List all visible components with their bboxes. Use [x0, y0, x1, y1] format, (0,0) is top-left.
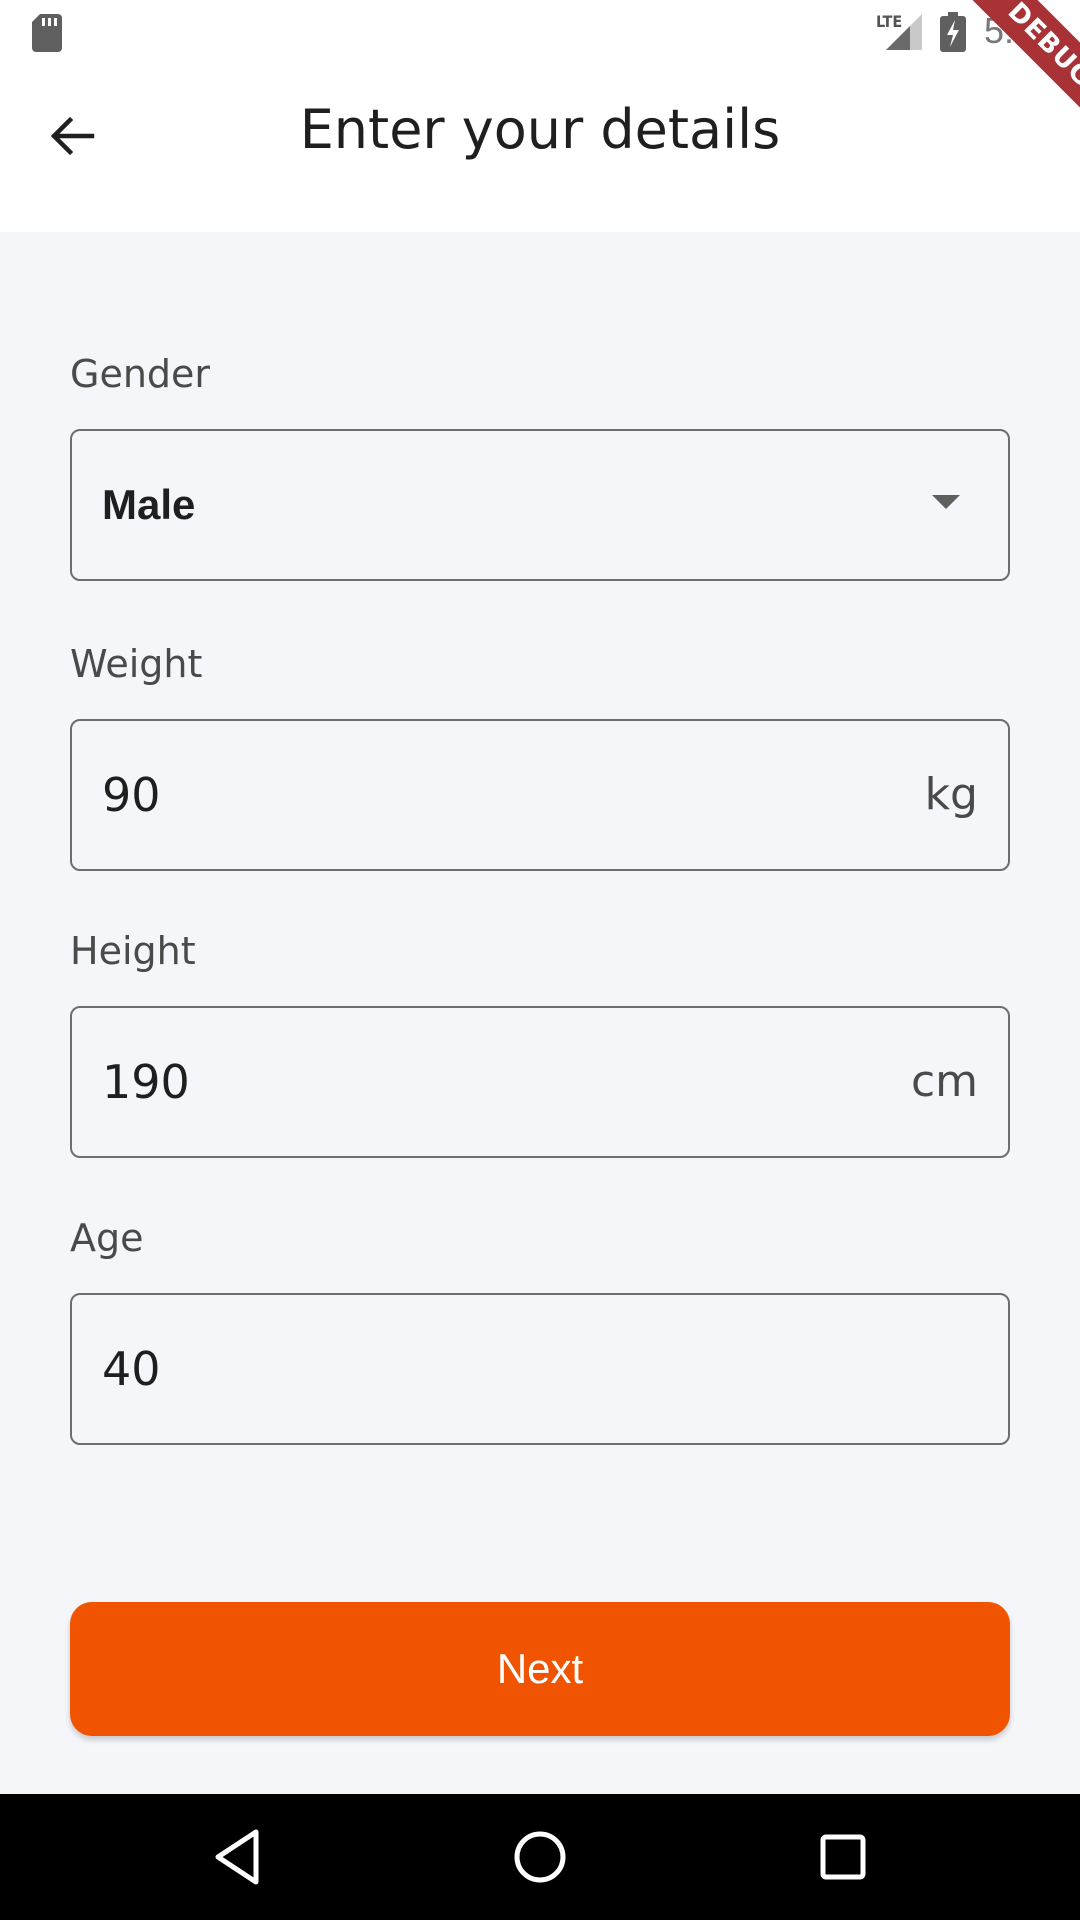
sd-card-icon [32, 14, 62, 52]
nav-recents-icon[interactable] [810, 1824, 876, 1890]
age-label: Age [70, 1216, 144, 1260]
weight-label: Weight [70, 642, 203, 686]
page-title: Enter your details [299, 98, 781, 161]
battery-charging-icon [940, 12, 966, 52]
gender-label: Gender [70, 352, 211, 396]
gender-dropdown[interactable]: Male [70, 429, 1010, 581]
screen: LTE 5:50 Enter your details DEBUG Gender… [0, 0, 1080, 1920]
signal-icon [886, 14, 922, 50]
status-bar: LTE 5:50 [0, 0, 1080, 64]
nav-back-icon[interactable] [204, 1824, 270, 1890]
gender-value: Male [102, 481, 196, 528]
app-bar: Enter your details [0, 64, 1080, 232]
height-value: 190 [102, 1055, 190, 1109]
height-input[interactable]: 190 cm [70, 1006, 1010, 1158]
height-label: Height [70, 929, 196, 973]
navigation-bar [0, 1794, 1080, 1920]
age-value: 40 [102, 1342, 161, 1396]
dropdown-arrow-icon [932, 495, 960, 509]
age-input[interactable]: 40 [70, 1293, 1010, 1445]
weight-unit: kg [924, 769, 978, 820]
nav-home-icon[interactable] [507, 1824, 573, 1890]
weight-value: 90 [102, 768, 161, 822]
height-unit: cm [910, 1056, 978, 1107]
weight-input[interactable]: 90 kg [70, 719, 1010, 871]
next-button[interactable]: Next [70, 1602, 1010, 1736]
